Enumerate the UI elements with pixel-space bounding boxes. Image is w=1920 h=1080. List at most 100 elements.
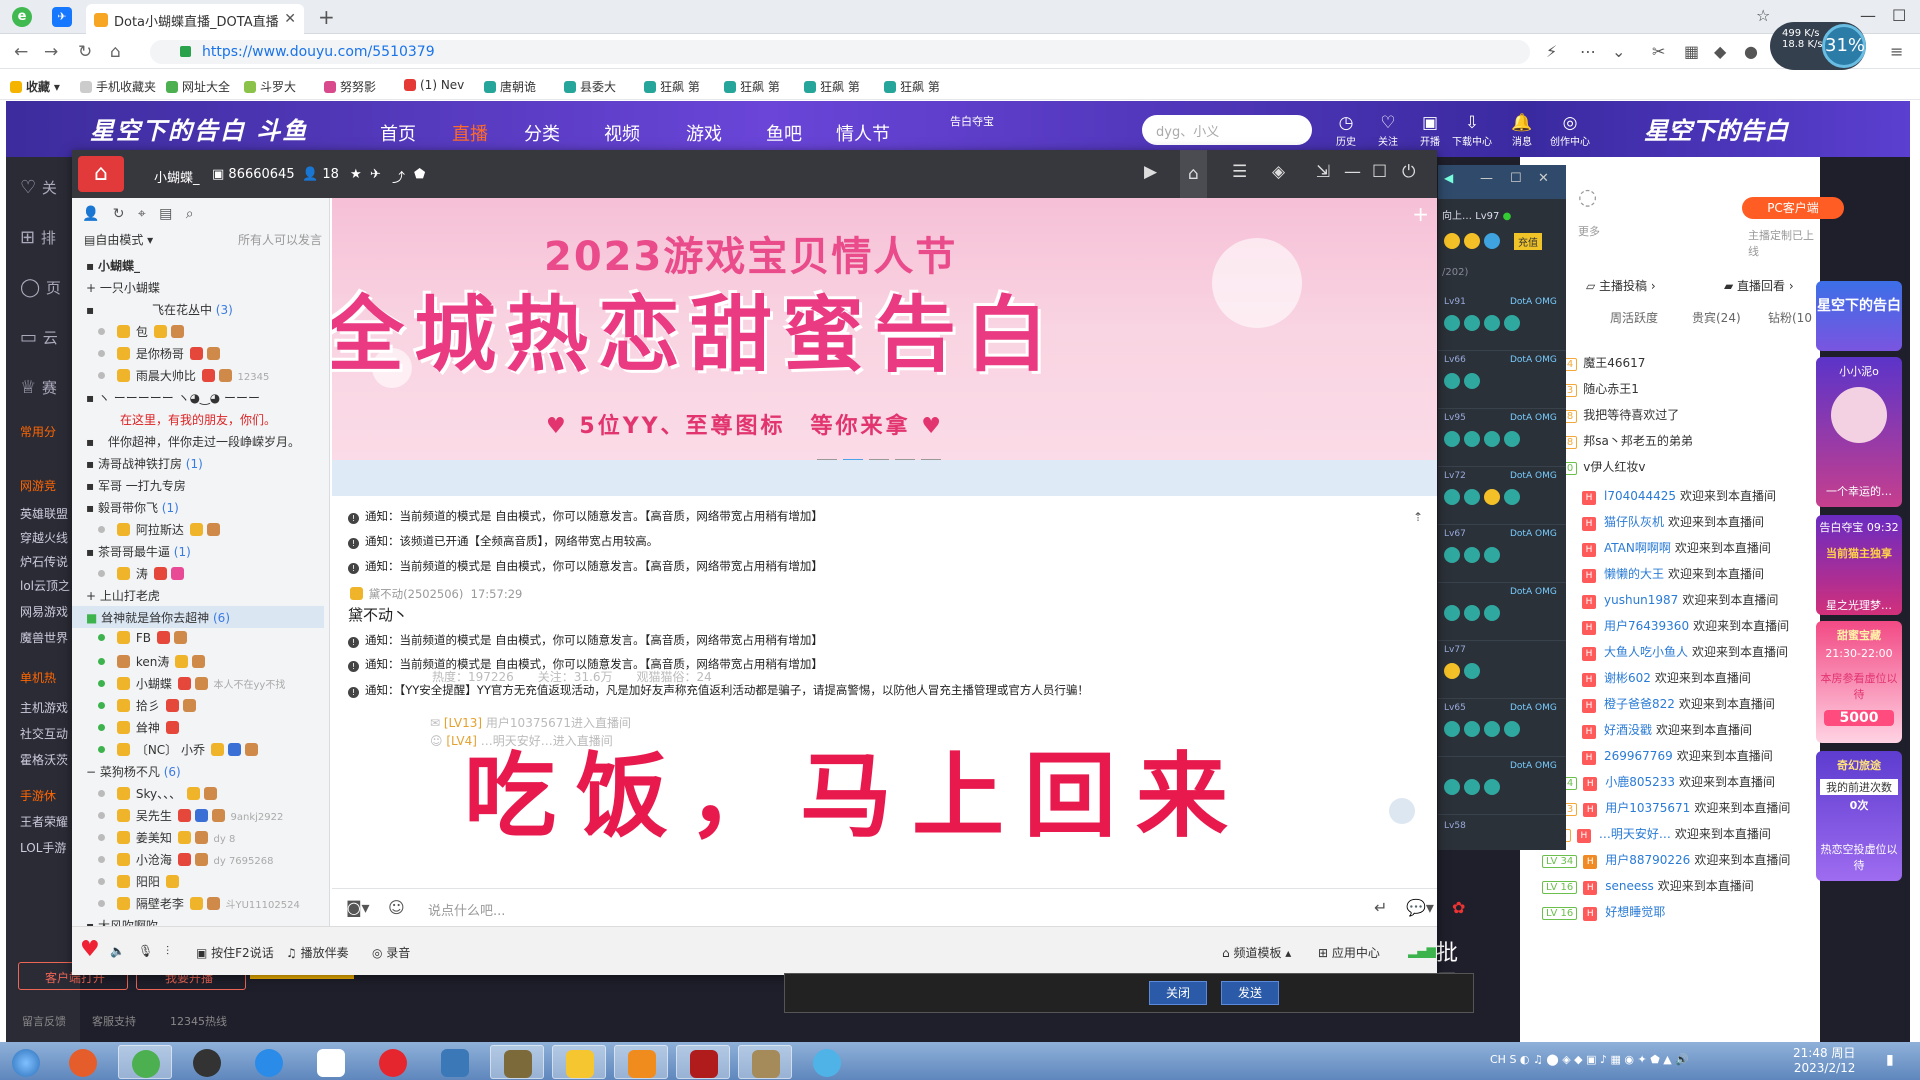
close-button[interactable]: 关闭 — [1149, 981, 1207, 1005]
taskbar-app[interactable] — [676, 1045, 730, 1079]
scroll-top-icon[interactable]: ⇡ — [1413, 510, 1423, 524]
tree-group[interactable]: ▪ 茶哥哥最牛逼 (1) — [72, 540, 324, 562]
channel-template-button[interactable]: ⌂ 频道模板 ▴ — [1222, 944, 1291, 961]
tree-user[interactable]: 姜美知 dy 8 — [72, 826, 324, 848]
show-desktop-icon[interactable]: ▮ — [1886, 1052, 1894, 1068]
taskbar-app[interactable] — [304, 1045, 358, 1079]
tab-vip[interactable]: 贵宾(24) — [1692, 309, 1741, 326]
category-link[interactable]: 穿越火线 — [20, 529, 68, 546]
sidebar-rank[interactable]: ⊞ 排 — [20, 227, 56, 248]
more-icon[interactable]: ◌ — [1578, 185, 1597, 210]
app-center-button[interactable]: ⊞ 应用中心 — [1318, 944, 1380, 961]
tree-group[interactable]: ▪ 伴你超神，伴你走过一段峥嵘岁月。 — [72, 430, 324, 452]
emoji-icon[interactable]: ☺ — [388, 898, 405, 917]
shield-icon[interactable]: ⬟ — [414, 167, 425, 182]
mini-maximize-icon[interactable]: ☐ — [1510, 171, 1522, 186]
power-icon[interactable]: ⏻ — [1402, 162, 1415, 182]
tree-group[interactable]: 在这里，有我的朋友，你们。 — [72, 408, 324, 430]
category-link[interactable]: 炉石传说 — [20, 553, 68, 570]
mini-user-row[interactable]: Lv72 DotA OMG — [1438, 467, 1566, 525]
tree-user[interactable]: Sky、、、 — [72, 782, 324, 804]
category-link[interactable]: 魔兽世界 — [20, 629, 68, 646]
replay-link[interactable]: ▰ 直播回看 › — [1724, 277, 1794, 294]
bookmark-item[interactable]: 县委大 — [564, 78, 616, 95]
category-link[interactable]: 霍格沃茨 — [20, 751, 68, 768]
mini-user-row[interactable]: Lv66 DotA OMG — [1438, 351, 1566, 409]
mini-user-row[interactable]: Lv95 DotA OMG — [1438, 409, 1566, 467]
category-link[interactable]: LOL手游 — [20, 839, 66, 856]
pc-client-button[interactable]: PC客户端 — [1742, 197, 1844, 219]
video-icon[interactable]: ▶ — [1144, 162, 1157, 182]
system-tray[interactable]: CH S ◐ ♫ ⬤ ◈ ◆ ▣ ♪ ▦ ◉ ✦ ⬟ ▲ 🔊 — [1490, 1053, 1689, 1066]
mini-back-icon[interactable]: ◀ — [1444, 171, 1453, 185]
equalizer-icon[interactable]: ⫶ — [166, 944, 169, 959]
tree-user[interactable]: 阳阳 — [72, 870, 324, 892]
taskbar-app-yy[interactable] — [552, 1045, 606, 1079]
notes-icon[interactable]: ▤ — [159, 206, 172, 222]
collapse-icon[interactable]: ⇲ — [1316, 162, 1330, 182]
bookmark-item[interactable]: 手机收藏夹 — [80, 78, 156, 95]
maximize-icon[interactable]: ☐ — [1372, 162, 1387, 182]
minimize-icon[interactable]: — — [1860, 6, 1876, 25]
tab-weekly[interactable]: 周活跃度 — [1610, 309, 1658, 326]
tree-group-selected[interactable]: ■ 耸神就是耸你去超神 (6) — [72, 606, 324, 628]
golive-button[interactable]: ▣ 开播 — [1410, 113, 1450, 148]
bookmark-item[interactable]: 斗罗大 — [244, 78, 296, 95]
tab-close-icon[interactable]: ✕ — [284, 11, 296, 27]
mini-user-row[interactable]: Lv77 — [1438, 641, 1566, 699]
clock[interactable]: 21:48 周日 2023/2/12 — [1793, 1046, 1855, 1076]
browser-tab[interactable]: Dota小蝴蝶直播_DOTA直播 ✕ — [86, 4, 304, 34]
more-label[interactable]: 更多 — [1578, 223, 1600, 239]
mini-user-row[interactable]: Lv65 DotA OMG — [1438, 699, 1566, 757]
nav-item[interactable]: 首页 — [380, 120, 416, 146]
category-link[interactable]: 主机游戏 — [20, 699, 68, 716]
tree-user[interactable]: 雨晨大帅比 12345 — [72, 364, 324, 386]
tree-user[interactable]: 阿拉斯达 — [72, 518, 324, 540]
sidebar-page[interactable]: ◯ 页 — [20, 277, 61, 298]
chat-input[interactable]: 说点什么吧... — [428, 900, 505, 919]
home-tab-icon[interactable]: ⌂ — [1180, 150, 1207, 198]
tree-group[interactable]: ▪ 飞在花丛中 (3) — [72, 298, 324, 320]
tree-user[interactable]: 涛 — [72, 562, 324, 584]
bookmark-star-icon[interactable]: ☆ — [1756, 6, 1770, 25]
home-icon[interactable]: ⌂ — [110, 42, 121, 62]
push-to-talk-button[interactable]: ▣ 按住F2说话 — [196, 944, 274, 961]
nav-item[interactable]: 鱼吧 — [766, 120, 802, 146]
forward-icon[interactable]: → — [44, 42, 58, 62]
nav-item[interactable]: 分类 — [524, 120, 560, 146]
tree-group[interactable]: ▪ 毅哥带你飞 (1) — [72, 496, 324, 518]
mic-icon[interactable]: 🎙 — [138, 944, 153, 958]
promo-tile[interactable]: 甜蜜宝藏 21:30-22:00 本房参看虚位以待 5000 — [1816, 621, 1902, 743]
nav-item-active[interactable]: 直播 — [452, 120, 488, 146]
more-icon[interactable]: ⋯ — [1580, 42, 1596, 61]
mini-user-row[interactable]: Lv67 DotA OMG — [1438, 525, 1566, 583]
category-link[interactable]: 王者荣耀 — [20, 813, 68, 830]
tab-fans[interactable]: 钻粉(10 — [1768, 309, 1812, 326]
bookmark-item[interactable]: 收藏 ▾ — [10, 78, 60, 95]
promo-tile[interactable]: 奇幻旅途 我的前进次数 0次 热恋空投虚位以待 — [1816, 751, 1902, 881]
nav-item[interactable]: 视频 — [604, 120, 640, 146]
tree-user[interactable]: 吴先生 9ankj2922 — [72, 804, 324, 826]
taskbar-app[interactable] — [180, 1045, 234, 1079]
submit-link[interactable]: ▱ 主播投稿 › — [1586, 277, 1656, 294]
tree-user[interactable]: 隔壁老李 斗YU11102524 — [72, 892, 324, 914]
chevron-down-icon[interactable]: ⌄ — [1612, 42, 1625, 61]
tree-group[interactable]: ▪ ヽ ーーーーー ヽ◕‿◕ ーーー — [72, 386, 324, 408]
record-button[interactable]: ◎ 录音 — [372, 944, 410, 961]
gamepad-icon[interactable]: ◈ — [1272, 162, 1285, 182]
url-field[interactable]: https://www.douyu.com/5510379 — [150, 40, 1530, 64]
tree-user[interactable]: ken涛 — [72, 650, 324, 672]
tree-group[interactable]: − 菜狗杨不凡 (6) — [72, 760, 324, 782]
taskbar-app[interactable] — [366, 1045, 420, 1079]
history-button[interactable]: ◷ 历史 — [1326, 113, 1366, 148]
enter-icon[interactable]: ↵ — [1374, 898, 1387, 917]
tree-user[interactable]: 小蝴蝶 本人不在yy不找 — [72, 672, 324, 694]
douyu-search-input[interactable]: dyg、小义 — [1142, 115, 1312, 145]
footer-link[interactable]: 留言反馈 — [22, 1013, 66, 1029]
bookmark-item[interactable]: 唐朝诡 — [484, 78, 536, 95]
footer-link[interactable]: 客服支持 — [92, 1013, 136, 1029]
minimize-icon[interactable]: — — [1344, 162, 1361, 182]
message-button[interactable]: 🔔 消息 — [1502, 113, 1542, 148]
new-tab-icon[interactable]: + — [318, 5, 335, 29]
bookmark-item[interactable]: 狂飙 第 — [884, 78, 940, 95]
